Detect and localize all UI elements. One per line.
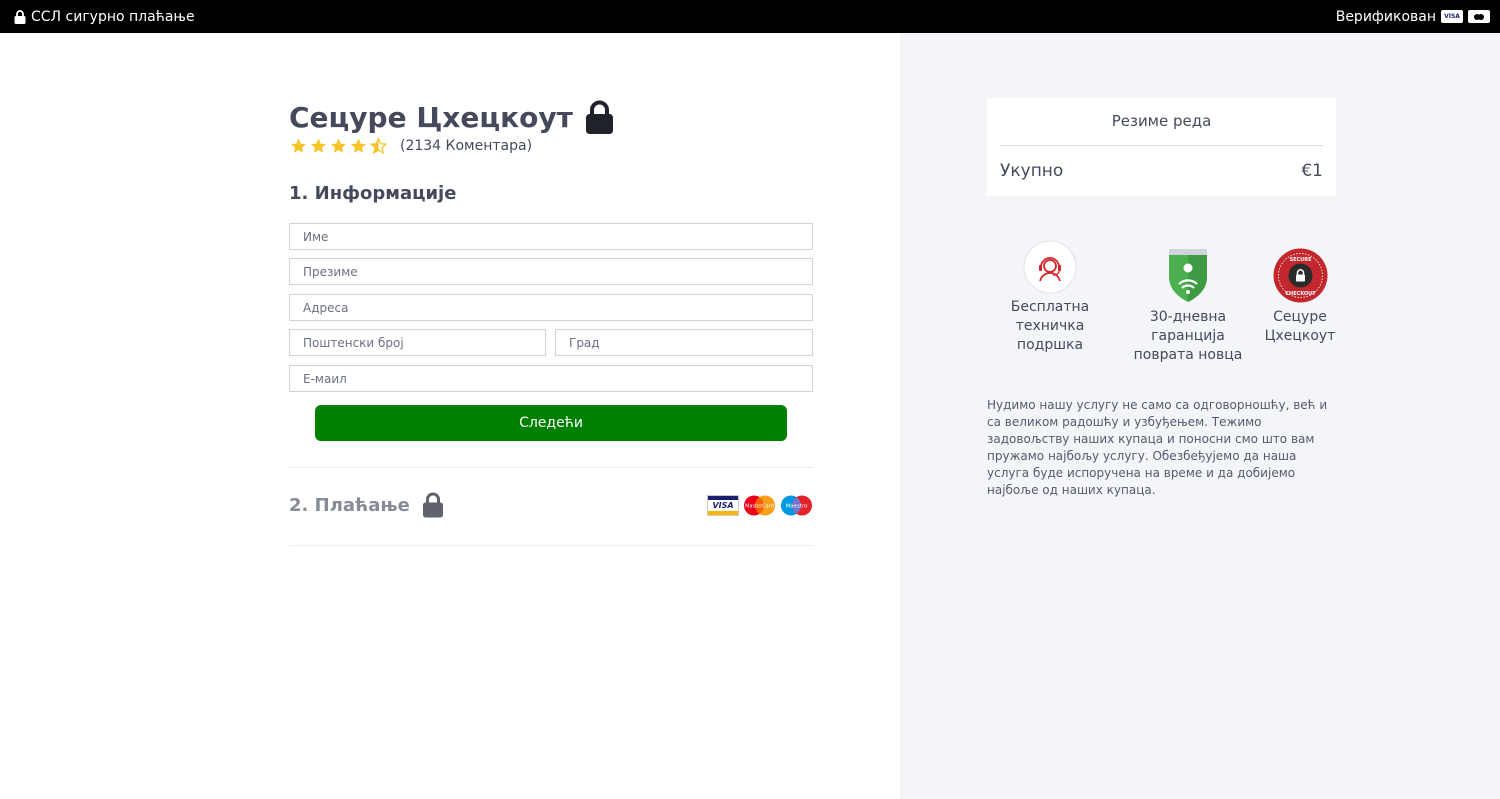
- star-half-icon: [369, 137, 388, 155]
- seal-top-text: SECURE: [1289, 257, 1312, 263]
- order-summary: Резиме реда Укупно €1: [987, 98, 1336, 196]
- summary-divider: [1000, 145, 1323, 146]
- badge-guarantee: 30-дневна гаранција поврата новца: [1113, 248, 1263, 365]
- rating: (2134 Коментара): [289, 137, 532, 155]
- email-input[interactable]: [289, 365, 813, 392]
- visa-card-icon: VISA: [707, 494, 739, 516]
- review-count: (2134 Коментара): [400, 138, 533, 154]
- maestro-icon: Maestro: [781, 495, 812, 515]
- total-value: €1: [1301, 161, 1323, 181]
- maestro-label: Maestro: [785, 503, 808, 509]
- star-icon: [291, 138, 306, 153]
- service-description: Нудимо нашу услугу не само са одговорнош…: [987, 398, 1328, 497]
- badge-secure-line: Сецуре: [1273, 309, 1327, 325]
- summary-title: Резиме реда: [1111, 112, 1212, 130]
- mastercard-mini-icon: [1468, 10, 1490, 23]
- badge-guarantee-line: 30-дневна гаранција: [1149, 309, 1227, 344]
- first-name-input[interactable]: [289, 223, 813, 250]
- payment-section-header[interactable]: 2. Плаћање VISA MasterCard Maestro: [289, 492, 813, 518]
- visa-mini-icon: VISA: [1441, 10, 1463, 23]
- badge-support-line: подршка: [1016, 337, 1084, 353]
- payment-title-group: 2. Плаћање: [289, 492, 444, 518]
- total-label: Укупно: [1000, 161, 1064, 181]
- star-rating: [289, 137, 388, 155]
- star-icon: [331, 138, 346, 153]
- badge-support: Бесплатна техничка подршка: [1005, 240, 1095, 355]
- top-bar: ССЛ сигурно плаћање Верификован VISA: [0, 0, 1500, 33]
- accepted-cards: VISA MasterCard Maestro: [707, 494, 813, 516]
- mastercard-label: MasterCard: [745, 503, 774, 509]
- verified-label: Верификован: [1335, 8, 1436, 25]
- support-agent-icon: [1023, 240, 1077, 294]
- next-button[interactable]: Следећи: [315, 405, 787, 441]
- lock-icon: [585, 100, 613, 134]
- city-input[interactable]: [555, 329, 813, 356]
- badge-secure-checkout: SECURE CHECKOUT Сецуре Цхецкоут: [1260, 248, 1340, 346]
- shield-guarantee-icon: [1169, 249, 1207, 302]
- badge-secure-line: Цхецкоут: [1264, 328, 1336, 344]
- divider: [289, 467, 813, 468]
- checkout-header: Сецуре Цхецкоут: [289, 100, 614, 134]
- section-payment-title: 2. Плаћање: [289, 494, 410, 516]
- verified-notice: Верификован VISA: [1336, 9, 1490, 25]
- lock-icon: [14, 9, 26, 24]
- section-information-title: 1. Информације: [289, 183, 457, 204]
- address-input[interactable]: [289, 294, 813, 321]
- page-title: Сецуре Цхецкоут: [289, 100, 573, 134]
- divider: [289, 545, 813, 546]
- badge-support-line: техничка: [1015, 318, 1085, 334]
- badge-guarantee-line: поврата новца: [1133, 347, 1243, 363]
- postal-code-input[interactable]: [289, 329, 546, 356]
- star-icon: [311, 138, 326, 153]
- summary-total-row: Укупно €1: [1000, 161, 1323, 181]
- visa-mini-text: VISA: [1444, 13, 1460, 20]
- star-icon: [351, 138, 366, 153]
- secure-checkout-seal-icon: SECURE CHECKOUT: [1273, 248, 1327, 303]
- last-name-input[interactable]: [289, 258, 813, 285]
- ssl-notice: ССЛ сигурно плаћање: [14, 9, 195, 25]
- visa-card-label: VISA: [712, 500, 734, 510]
- ssl-label: ССЛ сигурно плаћање: [31, 8, 195, 25]
- mastercard-icon: MasterCard: [744, 495, 775, 515]
- seal-bottom-text: CHECKOUT: [1285, 291, 1316, 297]
- lock-icon: [422, 492, 443, 518]
- badge-support-line: Бесплатна: [1010, 299, 1090, 315]
